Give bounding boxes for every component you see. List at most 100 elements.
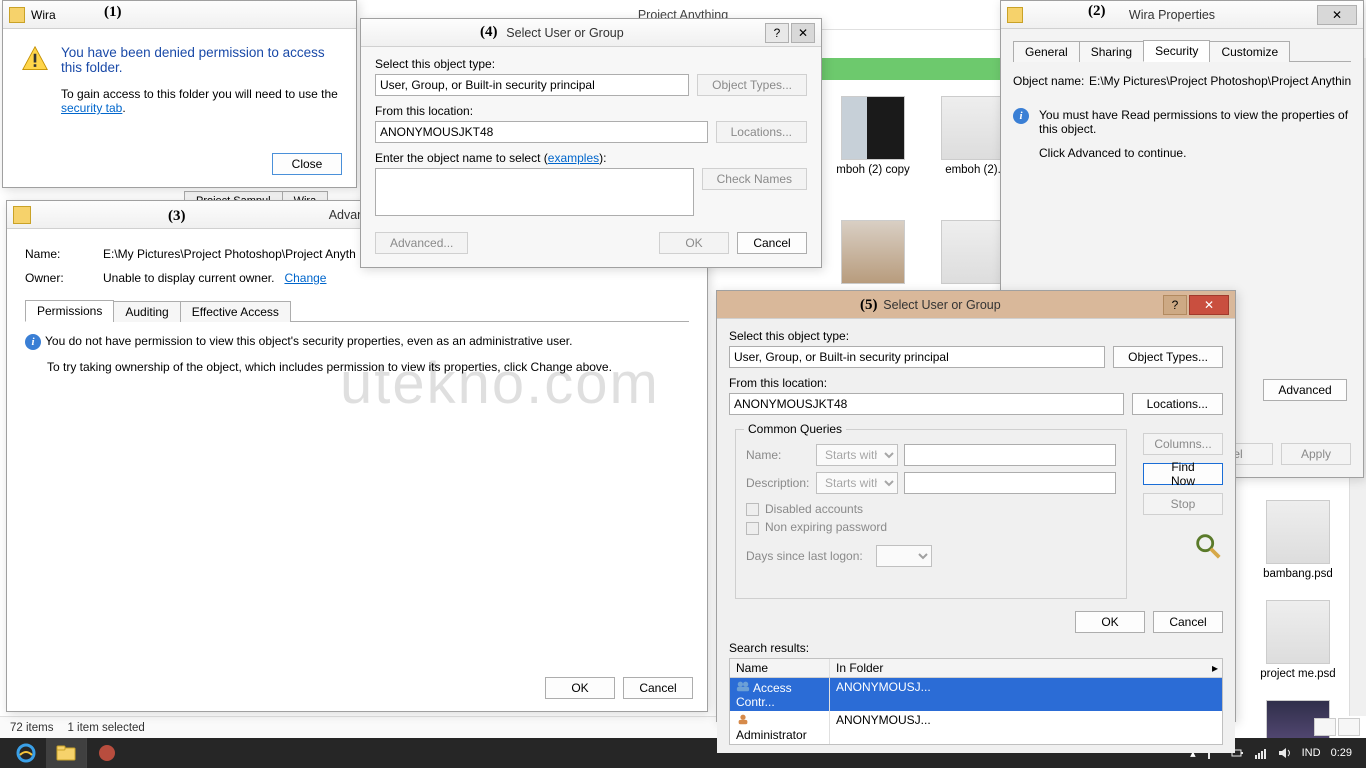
denied-heading: You have been denied permission to acces…: [61, 45, 338, 75]
file-item[interactable]: project me.psd: [1253, 600, 1343, 680]
annotation-5: (5): [860, 297, 878, 314]
select4-loc-field[interactable]: [375, 121, 708, 143]
tab-general[interactable]: General: [1013, 41, 1080, 62]
select4-ok-button[interactable]: OK: [659, 232, 729, 254]
denied-title: Wira: [31, 8, 350, 22]
object-types-button[interactable]: Object Types...: [697, 74, 807, 96]
results-col-name[interactable]: Name: [730, 659, 830, 677]
search-icon: [1193, 531, 1223, 561]
chevron-right-icon[interactable]: ▸: [1206, 659, 1222, 677]
cq-desc-label: Description:: [746, 476, 816, 490]
view-thumbnails-icon[interactable]: [1338, 718, 1360, 736]
stop-button[interactable]: Stop: [1143, 493, 1223, 515]
props-objname-value: E:\My Pictures\Project Photoshop\Project…: [1089, 74, 1351, 88]
help-button[interactable]: ?: [765, 23, 789, 43]
denied-titlebar: Wira: [3, 1, 356, 29]
result-folder: ANONYMOUSJ...: [830, 678, 1222, 711]
adv-sec-cancel-button[interactable]: Cancel: [623, 677, 693, 699]
tray-volume-icon[interactable]: [1278, 746, 1292, 760]
select5-titlebar: Select User or Group ? ✕: [717, 291, 1235, 319]
file-item[interactable]: [828, 220, 918, 288]
tab-sharing[interactable]: Sharing: [1079, 41, 1144, 62]
explorer-statusbar: 72 items 1 item selected: [0, 716, 820, 738]
select4-cancel-button[interactable]: Cancel: [737, 232, 807, 254]
results-col-folder[interactable]: In Folder: [830, 659, 1206, 677]
close-button[interactable]: ✕: [1317, 5, 1357, 25]
security-tab-link[interactable]: security tab: [61, 101, 122, 115]
props-info: You must have Read permissions to view t…: [1039, 108, 1351, 136]
tray-network-icon[interactable]: [1254, 746, 1268, 760]
tray-language[interactable]: IND: [1302, 747, 1321, 759]
annotation-4: (4): [480, 24, 498, 41]
select4-type-field[interactable]: [375, 74, 689, 96]
tab-customize[interactable]: Customize: [1209, 41, 1290, 62]
search-results-label: Search results:: [729, 641, 809, 655]
adv-sec-ok-button[interactable]: OK: [545, 677, 615, 699]
taskbar-explorer-icon[interactable]: [46, 738, 86, 768]
tray-clock[interactable]: 0:29: [1331, 747, 1352, 759]
cq-desc-mode: Starts with: [816, 472, 898, 494]
select4-type-label: Select this object type:: [375, 57, 807, 71]
cq-desc-input: [904, 472, 1116, 494]
cq-nonexpire-label: Non expiring password: [765, 520, 887, 534]
adv-sec-owner-label: Owner:: [25, 271, 103, 285]
locations-button[interactable]: Locations...: [716, 121, 807, 143]
group-icon: [736, 680, 750, 692]
result-row-selected[interactable]: Access Contr... ANONYMOUSJ...: [730, 678, 1222, 711]
tab-auditing[interactable]: Auditing: [113, 301, 180, 322]
close-button[interactable]: ✕: [1189, 295, 1229, 315]
props-apply-button[interactable]: Apply: [1281, 443, 1351, 465]
locations-button[interactable]: Locations...: [1132, 393, 1223, 415]
results-table[interactable]: Name In Folder ▸ Access Contr... ANONYMO…: [729, 658, 1223, 745]
result-row[interactable]: Administrator ANONYMOUSJ...: [730, 711, 1222, 744]
annotation-1: (1): [104, 4, 122, 21]
file-thumbnail: [1266, 600, 1330, 664]
close-button[interactable]: ✕: [791, 23, 815, 43]
folder-icon: [1007, 7, 1023, 23]
cq-name-input: [904, 444, 1116, 466]
select5-type-field[interactable]: [729, 346, 1105, 368]
select5-loc-field[interactable]: [729, 393, 1124, 415]
tab-permissions[interactable]: Permissions: [25, 300, 114, 322]
tab-effective-access[interactable]: Effective Access: [180, 301, 291, 322]
object-name-textarea[interactable]: [375, 168, 694, 216]
tab-security[interactable]: Security: [1143, 40, 1210, 62]
result-folder: ANONYMOUSJ...: [830, 711, 1222, 744]
select4-enter-label: Enter the object name to select (: [375, 151, 548, 165]
view-details-icon[interactable]: [1314, 718, 1336, 736]
object-types-button[interactable]: Object Types...: [1113, 346, 1223, 368]
select5-ok-button[interactable]: OK: [1075, 611, 1145, 633]
examples-link[interactable]: examples: [548, 151, 599, 165]
statusbar-selection: 1 item selected: [67, 722, 144, 734]
props-title: Wira Properties: [1029, 8, 1315, 22]
adv-sec-change-link[interactable]: Change: [284, 271, 326, 285]
help-button[interactable]: ?: [1163, 295, 1187, 315]
adv-sec-name-label: Name:: [25, 247, 103, 261]
warning-icon: [21, 45, 49, 73]
explorer-ribbon-accent: [822, 58, 1000, 80]
cq-disabled-label: Disabled accounts: [765, 502, 863, 516]
file-item[interactable]: mboh (2) copy: [828, 96, 918, 176]
advanced-button[interactable]: Advanced...: [375, 232, 468, 254]
file-item[interactable]: bambang.psd: [1253, 500, 1343, 580]
folder-icon: [9, 7, 25, 23]
columns-button[interactable]: Columns...: [1143, 433, 1223, 455]
file-name: mboh (2) copy: [828, 164, 918, 176]
user-icon: [736, 713, 750, 725]
cq-disabled-checkbox: [746, 503, 759, 516]
taskbar-app-icon[interactable]: [86, 738, 126, 768]
props-advanced-button[interactable]: Advanced: [1263, 379, 1347, 401]
file-thumbnail: [841, 96, 905, 160]
select5-cancel-button[interactable]: Cancel: [1153, 611, 1223, 633]
common-queries-legend: Common Queries: [744, 422, 846, 436]
denied-close-button[interactable]: Close: [272, 153, 342, 175]
file-thumbnail: [941, 96, 1005, 160]
select5-loc-label: From this location:: [729, 376, 1223, 390]
select4-title: Select User or Group: [367, 26, 763, 40]
find-now-button[interactable]: Find Now: [1143, 463, 1223, 485]
cq-days-select: [876, 545, 932, 567]
adv-sec-name-value: E:\My Pictures\Project Photoshop\Project…: [103, 247, 356, 261]
check-names-button[interactable]: Check Names: [702, 168, 807, 190]
adv-sec-owner-value: Unable to display current owner.: [103, 271, 274, 285]
taskbar-ie-icon[interactable]: [6, 738, 46, 768]
